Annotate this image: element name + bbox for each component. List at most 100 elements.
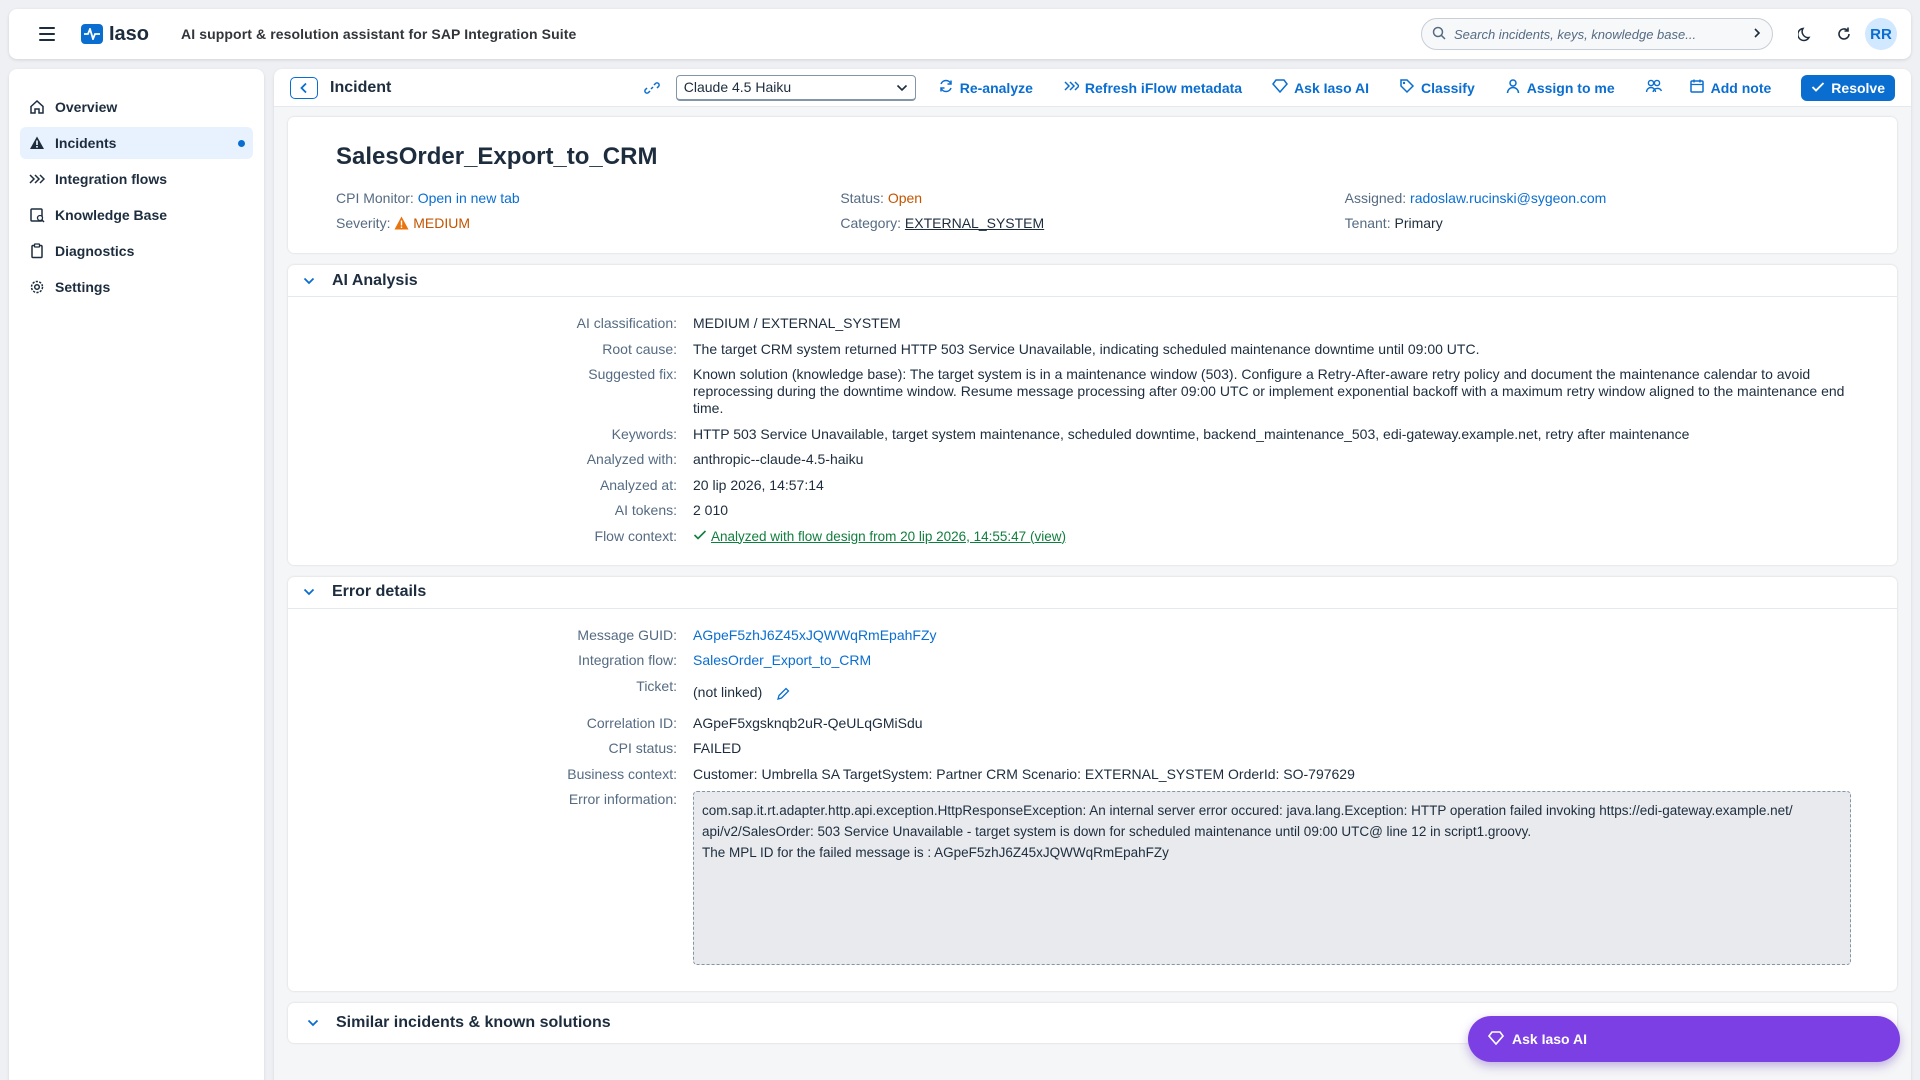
double-chevron-icon xyxy=(1063,79,1080,96)
assigned-email-link[interactable]: radoslaw.rucinski@sygeon.com xyxy=(1410,190,1606,206)
shell-bar: Iaso AI support & resolution assistant f… xyxy=(9,9,1911,59)
ask-iaso-ai-button[interactable]: Ask Iaso AI xyxy=(1272,78,1369,97)
sidebar-item-label: Knowledge Base xyxy=(55,207,168,223)
message-guid-link[interactable]: AGpeF5zhJ6Z45xJQWWqRmEpahFZy xyxy=(693,627,1873,644)
dark-mode-moon-icon[interactable] xyxy=(1791,19,1821,49)
tenant-value: Primary xyxy=(1394,215,1443,231)
cpi-monitor-label: CPI Monitor: xyxy=(336,190,414,206)
pulse-logo-icon xyxy=(81,24,103,44)
severity-label: Severity: xyxy=(336,215,391,231)
ai-tokens-value: 2 010 xyxy=(693,502,729,518)
category-value[interactable]: EXTERNAL_SYSTEM xyxy=(905,215,1044,231)
incident-toolbar: Incident Claude 4.5 Haiku Re-analyze Ref… xyxy=(274,69,1911,107)
global-search[interactable] xyxy=(1421,18,1773,50)
error-line: com.sap.it.rt.adapter.http.api.exception… xyxy=(702,803,1793,818)
ask-iaso-ai-fab[interactable]: Ask Iaso AI xyxy=(1468,1016,1900,1062)
field-label: Error information: xyxy=(568,791,677,807)
back-button[interactable] xyxy=(290,76,318,99)
status-label: Status: xyxy=(840,190,884,206)
checkmark-icon xyxy=(1811,80,1825,96)
error-details-section: Error details Message GUID: AGpeF5zhJ6Z45… xyxy=(288,576,1897,991)
home-icon xyxy=(28,98,46,116)
hamburger-menu-icon[interactable] xyxy=(39,23,61,45)
error-information-box[interactable]: com.sap.it.rt.adapter.http.api.exception… xyxy=(693,791,1851,965)
chevron-down-icon xyxy=(304,1019,322,1027)
chevron-down-icon xyxy=(896,79,908,95)
add-note-button[interactable]: Add note xyxy=(1689,78,1772,97)
pencil-icon[interactable] xyxy=(776,687,790,705)
sidebar-item-settings[interactable]: Settings xyxy=(20,271,253,303)
refresh-iflow-button[interactable]: Refresh iFlow metadata xyxy=(1063,79,1242,96)
field-label: Flow context: xyxy=(594,527,677,544)
ai-analysis-header[interactable]: AI Analysis xyxy=(288,265,1897,297)
ask-iaso-ai-label: Ask Iaso AI xyxy=(1294,79,1370,96)
field-label: Correlation ID: xyxy=(586,714,677,731)
classify-button[interactable]: Classify xyxy=(1399,78,1475,97)
error-details-header[interactable]: Error details xyxy=(288,577,1897,609)
integration-flow-link[interactable]: SalesOrder_Export_to_CRM xyxy=(693,652,1873,669)
diamond-icon xyxy=(1487,1030,1505,1049)
classify-label: Classify xyxy=(1421,79,1475,96)
field-label: Integration flow: xyxy=(578,652,677,668)
status-value: Open xyxy=(887,190,923,206)
refresh-iflow-label: Refresh iFlow metadata xyxy=(1084,79,1243,96)
analyzed-at-value: 20 lip 2026, 14:57:14 xyxy=(693,476,824,493)
incident-header: SalesOrder_Export_to_CRM CPI Monitor: Op… xyxy=(288,117,1897,253)
refresh-icon[interactable] xyxy=(1829,19,1859,49)
search-input[interactable] xyxy=(1454,26,1744,42)
alert-icon xyxy=(28,134,46,152)
model-select[interactable]: Claude 4.5 Haiku xyxy=(675,74,916,101)
people-icon xyxy=(1645,78,1663,97)
sidebar-item-knowledge-base[interactable]: Knowledge Base xyxy=(20,199,253,231)
section-title: Similar incidents & known solutions xyxy=(336,1014,611,1031)
error-line: api/v2/SalesOrder: 503 Service Unavailab… xyxy=(702,824,1532,839)
field-label: Ticket: xyxy=(636,677,677,694)
unread-dot xyxy=(238,140,245,147)
keywords-value: HTTP 503 Service Unavailable, target sys… xyxy=(693,425,1690,442)
resolve-button[interactable]: Resolve xyxy=(1801,74,1895,101)
sidebar-item-overview[interactable]: Overview xyxy=(20,91,253,123)
sidebar-item-label: Incidents xyxy=(55,135,117,151)
category-label: Category: xyxy=(840,215,902,231)
page-title: Incident xyxy=(330,78,392,96)
diamond-icon xyxy=(1272,78,1289,97)
flow-context-link[interactable]: Analyzed with flow design from 20 lip 20… xyxy=(711,528,1873,545)
assign-to-me-label: Assign to me xyxy=(1526,79,1615,96)
add-note-label: Add note xyxy=(1710,79,1772,96)
search-icon xyxy=(1432,26,1446,43)
book-icon xyxy=(28,206,46,224)
section-title: AI Analysis xyxy=(332,271,418,289)
ticket-value: (not linked) xyxy=(693,684,763,700)
flows-icon xyxy=(28,170,46,188)
ai-analysis-section: AI Analysis AI classification: MEDIUM / E… xyxy=(288,265,1897,565)
link-icon[interactable] xyxy=(642,78,662,98)
correlation-id-value: AGpeF5xgsknqb2uR-QeULqGMiSdu xyxy=(693,714,923,731)
sidebar-item-label: Overview xyxy=(55,99,118,115)
field-label: Analyzed with: xyxy=(586,451,677,467)
assigned-label: Assigned: xyxy=(1344,190,1407,206)
sidebar-item-diagnostics[interactable]: Diagnostics xyxy=(20,235,253,267)
field-label: AI classification: xyxy=(576,315,677,331)
assign-to-me-button[interactable]: Assign to me xyxy=(1505,78,1615,97)
reanalyze-button[interactable]: Re-analyze xyxy=(938,78,1033,97)
check-icon xyxy=(693,528,707,545)
field-label: CPI status: xyxy=(608,740,677,756)
assign-group-button[interactable] xyxy=(1645,78,1663,97)
app-logo[interactable]: Iaso xyxy=(81,23,149,46)
cpi-status-value: FAILED xyxy=(693,740,742,756)
avatar[interactable]: RR xyxy=(1865,18,1897,50)
chevron-down-icon xyxy=(300,583,318,601)
root-cause-value: The target CRM system returned HTTP 503 … xyxy=(693,340,1480,357)
refresh-icon xyxy=(938,78,954,97)
sidebar-item-integration-flows[interactable]: Integration flows xyxy=(20,163,253,195)
suggested-fix-value: Known solution (knowledge base): The tar… xyxy=(693,366,1845,416)
sidebar-item-incidents[interactable]: Incidents xyxy=(20,127,253,159)
severity-value: MEDIUM xyxy=(413,215,471,231)
sidebar-item-label: Integration flows xyxy=(55,171,167,187)
open-in-new-tab-link[interactable]: Open in new tab xyxy=(418,190,520,206)
chevron-right-icon[interactable] xyxy=(1752,26,1762,42)
chevron-down-icon xyxy=(300,272,318,290)
business-context-value: Customer: Umbrella SA TargetSystem: Part… xyxy=(693,765,1355,782)
incident-content: SalesOrder_Export_to_CRM CPI Monitor: Op… xyxy=(274,107,1911,1080)
gear-icon xyxy=(28,278,46,296)
